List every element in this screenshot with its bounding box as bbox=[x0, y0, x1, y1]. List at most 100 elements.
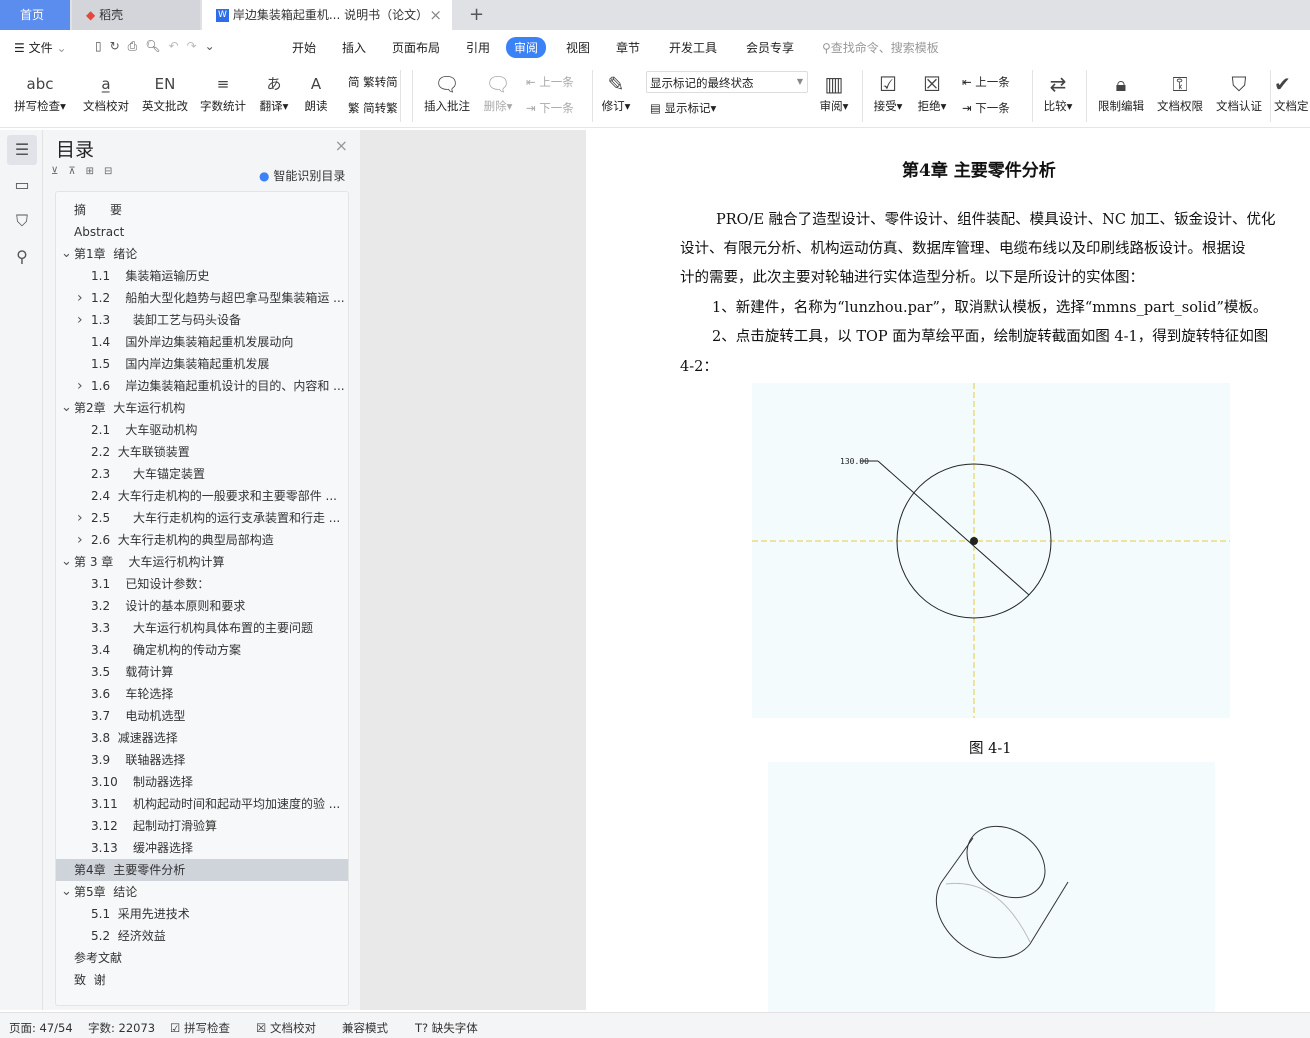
spell-check-status[interactable]: ☑ 拼写检查 bbox=[170, 1020, 230, 1036]
toc-item[interactable]: › 1.6 岸边集装箱起重机设计的目的、内容和 ... bbox=[56, 375, 348, 397]
menu-tab[interactable]: 会员专享 bbox=[746, 39, 794, 56]
toc-item[interactable]: 2.2 大车联锁装置 bbox=[56, 441, 348, 463]
ribbon-button[interactable]: a̲ 文档校对 bbox=[78, 70, 134, 114]
menu-tab[interactable]: 开始 bbox=[292, 39, 316, 56]
trad-to-simp-button[interactable]: 简 繁转简 bbox=[348, 74, 398, 90]
chevron-down-icon[interactable]: ⌄ bbox=[61, 881, 72, 903]
ribbon-button[interactable]: abc 拼写检查▾ bbox=[8, 70, 72, 114]
next-comment-button[interactable]: ⇥ 下一条 bbox=[526, 100, 574, 116]
insert-comment-button[interactable]: 🗨︎ 插入批注 bbox=[420, 70, 474, 114]
print-icon[interactable]: ⎙ bbox=[128, 39, 146, 53]
toc-item[interactable]: 3.10 制动器选择 bbox=[56, 771, 348, 793]
toc-item[interactable]: 1.4 国外岸边集装箱起重机发展动向 bbox=[56, 331, 348, 353]
chevron-right-icon[interactable]: › bbox=[77, 375, 83, 397]
minus-icon[interactable]: ⊟ bbox=[104, 166, 122, 177]
toc-item[interactable]: 2.1 大车驱动机构 bbox=[56, 419, 348, 441]
chevron-right-icon[interactable]: › bbox=[77, 529, 83, 551]
ribbon-button[interactable]: EN 英文批改 bbox=[138, 70, 192, 114]
chevron-down-icon[interactable]: ⌄ bbox=[61, 397, 72, 419]
simp-to-trad-button[interactable]: 繁 简转繁 bbox=[348, 100, 398, 116]
toc-item[interactable]: 3.12 起制动打滑验算 bbox=[56, 815, 348, 837]
toc-item[interactable]: 1.5 国内岸边集装箱起重机发展 bbox=[56, 353, 348, 375]
close-icon[interactable]: × bbox=[335, 136, 348, 155]
toc-item[interactable]: ⌄ 第1章 绪论 bbox=[56, 243, 348, 265]
proofread-status[interactable]: ☒ 文档校对 bbox=[256, 1020, 316, 1036]
toc-item[interactable]: 3.8 减速器选择 bbox=[56, 727, 348, 749]
prev-comment-button[interactable]: ⇤ 上一条 bbox=[526, 74, 574, 90]
more-icon[interactable]: ⌄ bbox=[205, 39, 223, 53]
ribbon-button[interactable]: あ翻译▾ bbox=[254, 70, 294, 114]
toc-item[interactable]: 第4章 主要零件分析 bbox=[56, 859, 348, 881]
file-menu[interactable]: ☰ 文件 ⌄ bbox=[14, 39, 67, 56]
redo-icon[interactable]: ↷ bbox=[187, 39, 205, 53]
chevron-right-icon[interactable]: › bbox=[77, 309, 83, 331]
smart-toc-button[interactable]: ● 智能识别目录 bbox=[259, 167, 345, 184]
bookmark-icon[interactable]: ⛉ bbox=[7, 206, 37, 236]
close-tab-icon[interactable]: × bbox=[429, 0, 442, 30]
chevron-down-icon[interactable]: ⌄ bbox=[61, 551, 72, 573]
toc-item[interactable]: 3.5 载荷计算 bbox=[56, 661, 348, 683]
next-change-button[interactable]: ⇥ 下一条 bbox=[962, 100, 1010, 116]
delete-comment-button[interactable]: 🗨︎ 删除▾ bbox=[480, 70, 516, 114]
toc-item[interactable]: 1.1 集装箱运输历史 bbox=[56, 265, 348, 287]
toc-item[interactable]: 3.4 确定机构的传动方案 bbox=[56, 639, 348, 661]
toc-item[interactable]: 3.6 车轮选择 bbox=[56, 683, 348, 705]
toc-item[interactable]: › 2.5 大车行走机构的运行支承装置和行走 ... bbox=[56, 507, 348, 529]
share-icon[interactable]: ↻ bbox=[110, 39, 128, 53]
review-pane-button[interactable]: ▥ 审阅▾ bbox=[814, 70, 854, 114]
toc-item[interactable]: › 1.3 装卸工艺与码头设备 bbox=[56, 309, 348, 331]
toc-item[interactable]: ⌄ 第 3 章 大车运行机构计算 bbox=[56, 551, 348, 573]
tab-document[interactable]: W 岸边集装箱起重机... 说明书（论文） × bbox=[202, 0, 452, 30]
navigation-icon[interactable]: ▭ bbox=[7, 170, 37, 200]
document-certify-button[interactable]: ⛉ 文档认证 bbox=[1212, 70, 1266, 114]
restrict-editing-button[interactable]: 🔒︎ 限制编辑 bbox=[1094, 70, 1148, 114]
show-markup-button[interactable]: ▤ 显示标记▾ bbox=[650, 100, 716, 116]
toc-item[interactable]: 3.9 联轴器选择 bbox=[56, 749, 348, 771]
chevron-right-icon[interactable]: › bbox=[77, 507, 83, 529]
accept-button[interactable]: ☑ 接受▾ bbox=[868, 70, 908, 114]
search-icon[interactable]: ⚲ bbox=[7, 242, 37, 272]
expand-up-icon[interactable]: ⊼ bbox=[68, 166, 85, 177]
toc-item[interactable]: 参考文献 bbox=[56, 947, 348, 969]
menu-tab[interactable]: 审阅 bbox=[506, 37, 547, 58]
undo-icon[interactable]: ↶ bbox=[169, 39, 187, 53]
prev-change-button[interactable]: ⇤ 上一条 bbox=[962, 74, 1010, 90]
compare-button[interactable]: ⇄ 比较▾ bbox=[1038, 70, 1078, 114]
toc-item[interactable]: ⌄ 第2章 大车运行机构 bbox=[56, 397, 348, 419]
document-finalize-button[interactable]: ✔ 文档定 bbox=[1274, 70, 1310, 114]
word-count[interactable]: 字数: 22073 bbox=[88, 1020, 155, 1036]
document-rights-button[interactable]: ⚿ 文档权限 bbox=[1153, 70, 1207, 114]
tab-daoke[interactable]: ◆ 稻壳 bbox=[72, 0, 200, 30]
menu-tab[interactable]: 插入 bbox=[342, 39, 366, 56]
quick-access-toolbar[interactable]: ▯↻⎙🔍︎↶↷⌄ bbox=[95, 39, 223, 54]
menu-tab[interactable]: 引用 bbox=[466, 39, 490, 56]
tab-home[interactable]: 首页 bbox=[0, 0, 70, 30]
toc-item[interactable]: Abstract bbox=[56, 221, 348, 243]
compat-mode[interactable]: 兼容模式 bbox=[342, 1020, 388, 1036]
toc-item[interactable]: › 1.2 船舶大型化趋势与超巴拿马型集装箱运 ... bbox=[56, 287, 348, 309]
toc-item[interactable]: 3.2 设计的基本原则和要求 bbox=[56, 595, 348, 617]
toc-item[interactable]: 2.3 大车锚定装置 bbox=[56, 463, 348, 485]
toc-item[interactable]: 摘 要 bbox=[56, 199, 348, 221]
toc-item[interactable]: 3.3 大车运行机构具体布置的主要问题 bbox=[56, 617, 348, 639]
ribbon-button[interactable]: ≡ 字数统计 bbox=[196, 70, 250, 114]
plus-icon[interactable]: ⊞ bbox=[86, 166, 104, 177]
toc-panel-icon[interactable]: ☰ bbox=[7, 135, 37, 165]
toc-item[interactable]: 3.13 缓冲器选择 bbox=[56, 837, 348, 859]
markup-state-select[interactable]: 显示标记的最终状态 ▼ bbox=[646, 71, 808, 93]
toc-item[interactable]: ⌄ 第5章 结论 bbox=[56, 881, 348, 903]
collapse-all-icon[interactable]: ⊻ bbox=[51, 166, 68, 177]
toc-item[interactable]: 3.1 已知设计参数： bbox=[56, 573, 348, 595]
save-icon[interactable]: ▯ bbox=[95, 39, 110, 53]
revise-button[interactable]: ✎ 修订▾ bbox=[598, 70, 634, 114]
toc-item[interactable]: 3.11 机构起动时间和起动平均加速度的验 ... bbox=[56, 793, 348, 815]
toc-item[interactable]: 3.7 电动机选型 bbox=[56, 705, 348, 727]
page-indicator[interactable]: 页面: 47/54 bbox=[9, 1020, 73, 1036]
new-tab-button[interactable]: + bbox=[455, 0, 484, 30]
preview-icon[interactable]: 🔍︎ bbox=[145, 39, 168, 53]
toc-item[interactable]: 2.4 大车行走机构的一般要求和主要零部件 ... bbox=[56, 485, 348, 507]
toc-item[interactable]: › 2.6 大车行走机构的典型局部构造 bbox=[56, 529, 348, 551]
command-search[interactable]: ⚲查找命令、搜索模板 bbox=[822, 39, 939, 56]
menu-tab[interactable]: 页面布局 bbox=[392, 39, 440, 56]
ribbon-button[interactable]: A 朗读 bbox=[298, 70, 334, 114]
